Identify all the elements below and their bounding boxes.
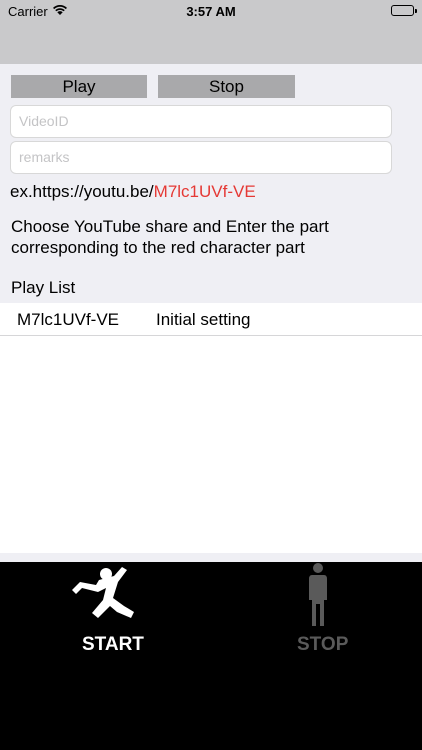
- navigation-bar: [0, 22, 422, 64]
- standing-person-icon: [309, 563, 327, 626]
- playlist-row[interactable]: M7lc1UVf-VE Initial setting: [0, 303, 422, 336]
- playlist-row-remarks: Initial setting: [156, 310, 251, 329]
- stop-button[interactable]: Stop: [158, 75, 295, 98]
- running-person-icon: [72, 567, 134, 618]
- instruction-text: Choose YouTube share and Enter the part …: [11, 217, 329, 257]
- playlist-table: M7lc1UVf-VE Initial setting: [0, 303, 422, 553]
- play-button[interactable]: Play: [11, 75, 147, 98]
- playlist-title: Play List: [11, 278, 76, 297]
- status-time: 3:57 AM: [186, 4, 236, 19]
- example-url-prefix: ex.https://youtu.be/: [10, 182, 154, 201]
- status-bar: Carrier 3:57 AM: [0, 0, 422, 22]
- bottom-toolbar: START STOP: [0, 562, 422, 750]
- video-id-input[interactable]: VideoID: [10, 105, 392, 138]
- playlist-row-video-id: M7lc1UVf-VE: [17, 310, 120, 329]
- main-content: Play Stop VideoID remarks ex.https://you…: [0, 64, 422, 562]
- stop-toolbar-button[interactable]: [296, 562, 340, 632]
- stop-label: STOP: [297, 634, 349, 655]
- battery-icon: [391, 5, 417, 16]
- remarks-input[interactable]: remarks: [10, 141, 392, 174]
- start-label: START: [82, 634, 144, 655]
- example-url-highlight: M7lc1UVf-VE: [153, 182, 256, 201]
- example-url: ex.https://youtu.be/M7lc1UVf-VE: [10, 182, 256, 202]
